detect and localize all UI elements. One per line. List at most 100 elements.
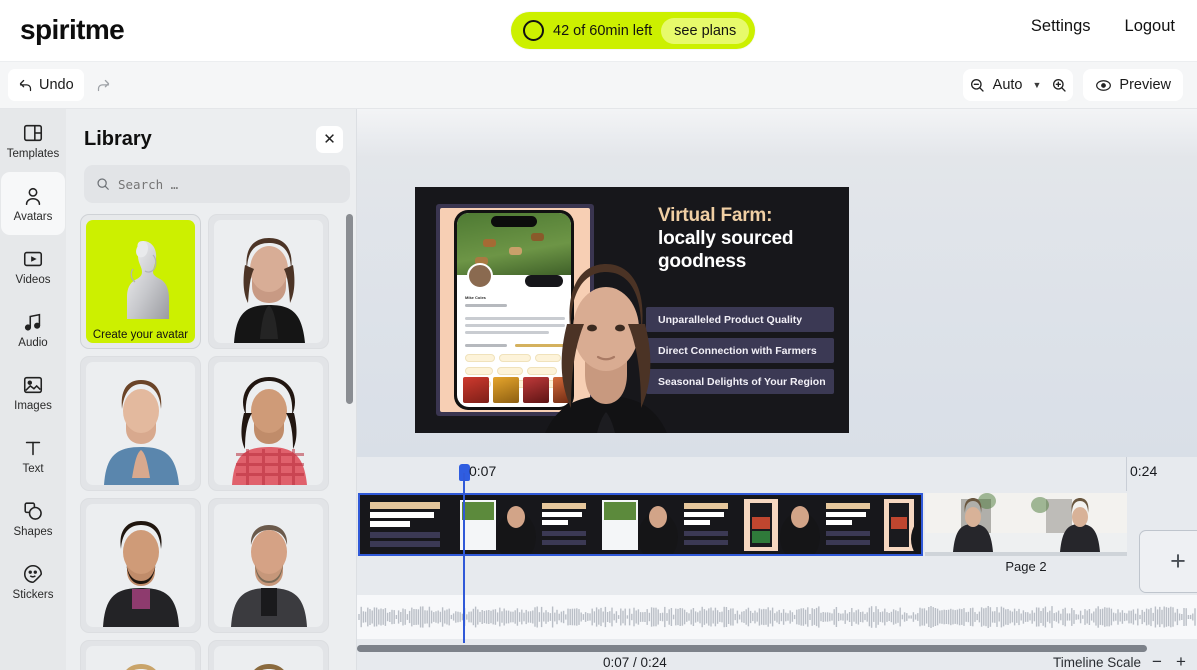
top-right-nav: Settings Logout xyxy=(1031,17,1175,36)
sidebar-item-text[interactable]: Text xyxy=(1,424,65,487)
video-icon xyxy=(22,248,44,270)
top-bar: spiritme 42 of 60min left see plans Sett… xyxy=(0,0,1197,62)
zoom-level-value[interactable]: Auto xyxy=(989,77,1027,93)
playhead-time-label: 0:07 xyxy=(469,463,497,479)
logout-link[interactable]: Logout xyxy=(1125,17,1175,36)
chevron-down-icon[interactable]: ▼ xyxy=(1031,80,1048,90)
credits-ring-icon xyxy=(523,20,544,41)
sidebar-item-shapes[interactable]: Shapes xyxy=(1,487,65,550)
timeline-scroll-thumb[interactable] xyxy=(357,645,1147,652)
avatar-tile[interactable] xyxy=(208,214,329,349)
brand-logo[interactable]: spiritme xyxy=(20,14,125,46)
slide-canvas[interactable]: Mike Coles Virtual Farm: locally sourced… xyxy=(415,187,849,433)
undo-label: Undo xyxy=(39,77,74,93)
redo-icon xyxy=(96,78,111,93)
preview-play-icon xyxy=(1095,78,1112,93)
credits-text: 42 of 60min left xyxy=(553,22,653,39)
zoom-controls: Auto ▼ xyxy=(962,69,1074,101)
undo-icon xyxy=(18,78,33,93)
avatar-portrait xyxy=(231,525,307,627)
create-tile-art xyxy=(86,220,195,343)
sidebar-label: Videos xyxy=(15,273,51,286)
plus-icon: + xyxy=(1170,546,1186,576)
avatar-thumb xyxy=(214,646,323,670)
sidebar-item-templates[interactable]: Templates xyxy=(1,109,65,172)
waveform xyxy=(358,606,1196,628)
avatar-thumb xyxy=(214,362,323,485)
settings-link[interactable]: Settings xyxy=(1031,17,1091,36)
search-input[interactable] xyxy=(118,176,318,192)
ruler-tick-divider xyxy=(1126,457,1127,491)
credits-badge[interactable]: 42 of 60min left see plans xyxy=(511,12,756,49)
clip-thumbnail xyxy=(1026,493,1127,552)
presenter-avatar[interactable] xyxy=(522,224,690,433)
timeline-scale-plus-button[interactable]: + xyxy=(1171,652,1191,670)
sidebar-label: Audio xyxy=(18,336,48,349)
see-plans-button[interactable]: see plans xyxy=(661,17,750,44)
toolbar-right-group: Auto ▼ Preview xyxy=(962,69,1183,101)
sidebar-label: Templates xyxy=(6,147,60,160)
clip-thumbnail xyxy=(925,493,1026,552)
timeline-ruler[interactable]: 0:07 0:24 xyxy=(357,457,1197,491)
clip-thumbnail xyxy=(360,495,452,554)
library-search[interactable] xyxy=(84,165,350,203)
avatar-tile[interactable] xyxy=(80,498,201,633)
music-icon xyxy=(22,311,44,333)
sidebar-rail: Templates Avatars Videos Audio Images Te… xyxy=(0,109,66,670)
preview-button[interactable]: Preview xyxy=(1083,69,1183,101)
sidebar-item-images[interactable]: Images xyxy=(1,361,65,424)
avatar-tile[interactable] xyxy=(208,498,329,633)
avatar-tile[interactable] xyxy=(208,640,329,670)
sidebar-item-avatars[interactable]: Avatars xyxy=(1,172,65,235)
timeline-scrollbar[interactable] xyxy=(357,645,1197,652)
text-icon xyxy=(22,437,44,459)
phone-profile-name: Mike Coles xyxy=(465,295,486,300)
clip-thumbnail xyxy=(880,495,921,554)
create-your-avatar-tile[interactable]: Create your avatar xyxy=(80,214,201,349)
sidebar-label: Images xyxy=(14,399,52,412)
avatar-portrait xyxy=(104,380,179,485)
sidebar-item-stickers[interactable]: Stickers xyxy=(1,550,65,613)
zoom-in-icon[interactable] xyxy=(1051,77,1067,93)
avatar-thumb xyxy=(86,362,195,485)
page-label: Page 2 xyxy=(1005,559,1047,574)
avatar-tile[interactable] xyxy=(80,356,201,491)
shapes-icon xyxy=(22,500,44,522)
time-code: 0:07 / 0:24 xyxy=(603,655,667,670)
add-page-button[interactable]: + xyxy=(1139,530,1197,593)
canvas-stage[interactable]: Mike Coles Virtual Farm: locally sourced… xyxy=(357,109,1197,457)
timeline-tracks: Page 2 + Add Pag xyxy=(357,493,1197,614)
close-icon[interactable]: ✕ xyxy=(316,125,343,153)
clip-thumbnail xyxy=(738,495,878,554)
sidebar-item-videos[interactable]: Videos xyxy=(1,235,65,298)
library-scrollbar[interactable] xyxy=(346,214,353,404)
toolbar-left-group: Undo xyxy=(8,69,121,101)
profile-avatar xyxy=(467,263,493,289)
ruler-end-tick-label: 0:24 xyxy=(1130,463,1158,479)
timeline-clip-page2[interactable] xyxy=(925,493,1127,556)
audio-waveform-track[interactable] xyxy=(357,595,1197,639)
avatar-thumb xyxy=(86,646,195,670)
sidebar-item-audio[interactable]: Audio xyxy=(1,298,65,361)
timeline-scale-label: Timeline Scale xyxy=(1052,655,1141,670)
image-icon xyxy=(22,374,44,396)
sidebar-label: Avatars xyxy=(13,210,53,223)
library-panel: Library ✕ Search … Create your avatar xyxy=(66,109,357,670)
clip-thumbnail xyxy=(454,495,594,554)
timeline-footer: 0:07 / 0:24 Timeline Scale − + xyxy=(357,652,1197,670)
avatar-thumb xyxy=(214,504,323,627)
avatar-thumb xyxy=(86,504,195,627)
avatar-tile[interactable] xyxy=(80,640,201,670)
timeline-clip-page1[interactable] xyxy=(358,493,923,556)
preview-label: Preview xyxy=(1119,77,1171,93)
sidebar-label: Shapes xyxy=(13,525,53,538)
avatar-portrait xyxy=(254,664,284,670)
undo-button[interactable]: Undo xyxy=(8,69,84,101)
avatar-tile[interactable] xyxy=(208,356,329,491)
redo-button[interactable] xyxy=(86,69,121,101)
avatar-portrait xyxy=(234,238,305,343)
bust-statue-icon xyxy=(126,241,169,319)
timeline-scale-minus-button[interactable]: − xyxy=(1147,652,1167,670)
sidebar-label: Stickers xyxy=(12,588,54,601)
zoom-out-icon[interactable] xyxy=(969,77,985,93)
